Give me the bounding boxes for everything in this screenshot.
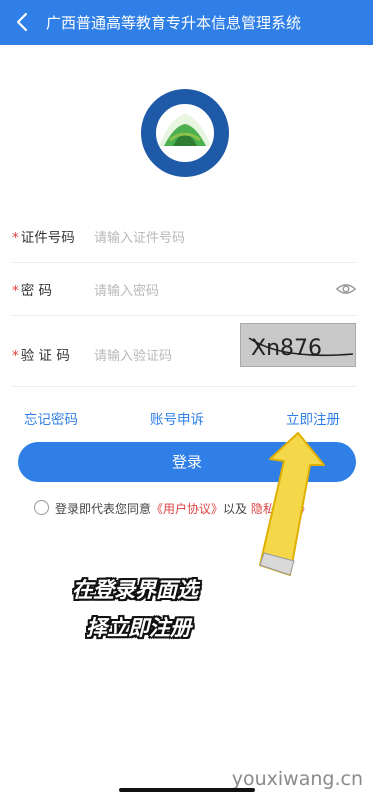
watermark: youxiwang.cn bbox=[231, 768, 363, 790]
overlay-caption-line1: 在登录界面选 bbox=[72, 578, 198, 602]
home-indicator[interactable] bbox=[119, 788, 255, 792]
password-input[interactable]: 请输入密码 bbox=[94, 280, 159, 299]
captcha-text: Xn876 bbox=[251, 336, 322, 361]
pointer-arrow-icon bbox=[259, 432, 325, 576]
account-appeal-link[interactable]: 账号申诉 bbox=[150, 408, 204, 428]
captcha-label: * 验 证 码 bbox=[12, 348, 70, 364]
id-number-label: * 证件号码 bbox=[12, 230, 75, 246]
institution-logo bbox=[141, 89, 229, 177]
password-row: * 密 码 请输入密码 bbox=[12, 263, 357, 316]
captcha-input[interactable]: 请输入验证码 bbox=[94, 345, 172, 364]
chevron-left-icon bbox=[16, 12, 28, 32]
id-number-input[interactable]: 请输入证件号码 bbox=[94, 227, 185, 246]
id-number-row: * 证件号码 请输入证件号码 bbox=[12, 210, 357, 263]
back-button[interactable] bbox=[10, 10, 34, 34]
eye-icon[interactable] bbox=[335, 278, 357, 300]
agreement-prefix: 登录即代表您同意 bbox=[55, 502, 152, 516]
password-label: * 密 码 bbox=[12, 283, 53, 299]
agreement-checkbox[interactable] bbox=[34, 500, 49, 515]
overlay-caption-line2: 择立即注册 bbox=[86, 616, 191, 640]
page-title: 广西普通高等教育专升本信息管理系统 bbox=[46, 14, 302, 32]
app-header: 广西普通高等教育专升本信息管理系统 bbox=[0, 0, 373, 45]
user-agreement-link[interactable]: 《用户协议》 bbox=[151, 502, 223, 516]
captcha-image[interactable]: Xn876 bbox=[240, 323, 356, 367]
forgot-password-link[interactable]: 忘记密码 bbox=[24, 408, 78, 428]
